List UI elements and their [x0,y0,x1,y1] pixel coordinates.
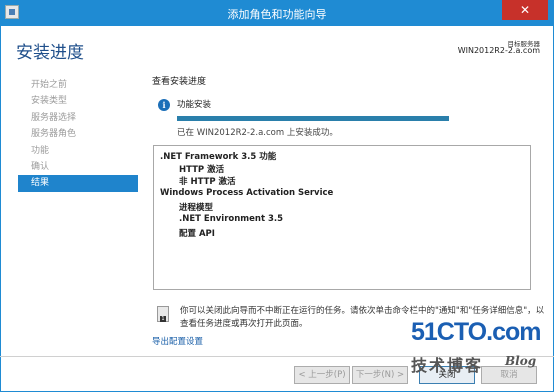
progress-fill [177,116,449,121]
install-label: 功能安装 [177,100,212,110]
close-window-button[interactable]: ✕ [502,0,548,20]
nav-item-results[interactable]: 结果 [18,175,138,192]
export-settings-link[interactable]: 导出配置设置 [152,335,203,347]
result-item: 配置 API [179,229,215,239]
nav-item-installation-type[interactable]: 安装类型 [18,93,138,109]
status-text: 已在 WIN2012R2-2.a.com 上安装成功。 [177,128,338,138]
result-item: 非 HTTP 激活 [179,177,236,187]
next-button[interactable]: 下一步(N) > [352,366,408,384]
progress-bar [177,116,449,121]
target-server-name: WIN2012R2-2.a.com [457,46,540,55]
task-notification-icon: 1 [157,306,171,324]
wizard-nav: 开始之前 安装类型 服务器选择 服务器角色 功能 确认 结果 [18,77,138,192]
page-title: 安装进度 [16,43,84,63]
title-bar: 添加角色和功能向导 ✕ [0,0,554,26]
result-item: 进程模型 [179,203,214,213]
nav-item-server-selection[interactable]: 服务器选择 [18,110,138,126]
close-button[interactable]: 关闭 [419,366,475,384]
window-title: 添加角色和功能向导 [227,8,327,21]
section-title: 查看安装进度 [152,77,207,87]
cancel-button[interactable]: 取消 [481,366,537,384]
nav-item-confirmation[interactable]: 确认 [18,159,138,175]
result-item: .NET Framework 3.5 功能 [160,152,277,162]
result-item: Windows Process Activation Service [160,188,334,198]
note-text: 你可以关闭此向导而不中断正在运行的任务。请依次单击命令栏中的"通知"和"任务详细… [180,306,545,329]
previous-button[interactable]: < 上一步(P) [294,366,350,384]
nav-item-before-you-begin[interactable]: 开始之前 [18,77,138,93]
results-list: .NET Framework 3.5 功能 HTTP 激活 非 HTTP 激活 … [153,145,531,290]
footer-divider [0,356,554,357]
info-icon: i [158,99,170,111]
nav-item-features[interactable]: 功能 [18,143,138,159]
result-item: HTTP 激活 [179,165,225,175]
result-item: .NET Environment 3.5 [179,214,284,224]
nav-item-server-roles[interactable]: 服务器角色 [18,126,138,142]
